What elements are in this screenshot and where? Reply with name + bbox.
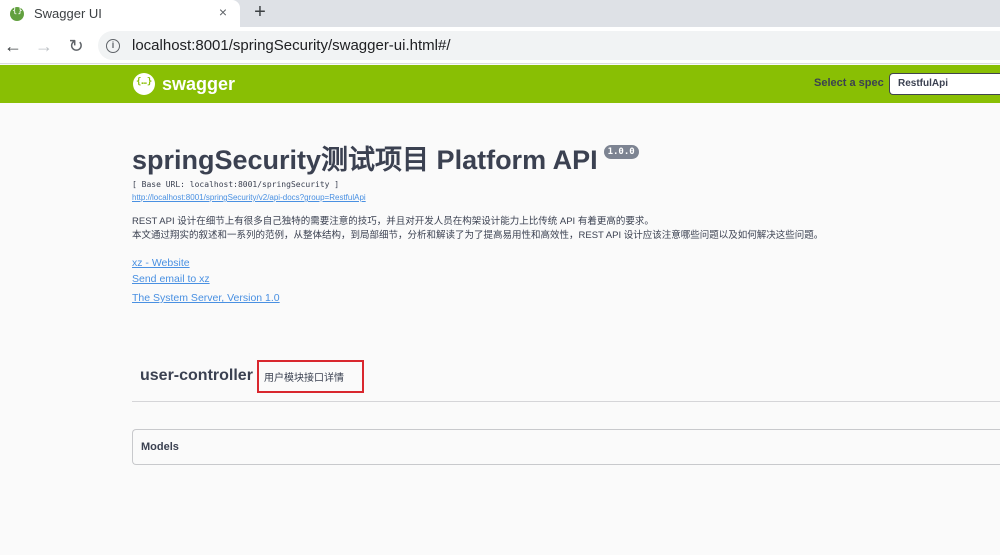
controller-name[interactable]: user-controller <box>140 367 253 385</box>
controller-description: 用户模块接口详情 <box>257 360 364 393</box>
back-arrow-icon[interactable]: ← <box>2 35 24 57</box>
description-line: 本文通过翔实的叙述和一系列的范例，从整体结构，到局部细节，分析和解读了为了提高易… <box>132 230 824 241</box>
spec-label: Select a spec <box>814 77 884 89</box>
browser-tab[interactable]: Swagger UI × <box>0 0 240 27</box>
server-link[interactable]: The System Server, Version 1.0 <box>132 292 1000 304</box>
page-title: springSecurity测试项目 Platform API <box>132 145 598 175</box>
reload-icon[interactable]: ↻ <box>65 35 87 57</box>
info-icon[interactable]: i <box>106 38 120 53</box>
browser-tabstrip: Swagger UI × + <box>0 0 1000 27</box>
close-icon[interactable]: × <box>215 4 231 20</box>
website-link[interactable]: xz - Website <box>132 257 1000 269</box>
description-line: REST API 设计在细节上有很多自己独特的需要注意的技巧，并且对开发人员在构… <box>132 216 654 227</box>
title-row: springSecurity测试项目 Platform API 1.0.0 <box>132 140 1000 180</box>
base-url: [ Base URL: localhost:8001/springSecurit… <box>132 180 340 189</box>
swagger-logo[interactable]: swagger <box>133 73 235 95</box>
controller-section[interactable]: user-controller 用户模块接口详情 <box>132 351 1000 402</box>
address-bar[interactable]: i localhost:8001/springSecurity/swagger-… <box>98 31 1000 60</box>
models-section[interactable]: Models <box>132 429 1000 465</box>
logo-text: swagger <box>162 73 236 94</box>
api-description: REST API 设计在细节上有很多自己独特的需要注意的技巧，并且对开发人员在构… <box>132 215 1000 243</box>
email-link[interactable]: Send email to xz <box>132 273 1000 285</box>
browser-toolbar: ← → ↻ i localhost:8001/springSecurity/sw… <box>0 27 1000 64</box>
models-title[interactable]: Models <box>141 441 179 453</box>
url-text[interactable]: localhost:8001/springSecurity/swagger-ui… <box>132 37 451 54</box>
forward-arrow-icon[interactable]: → <box>33 35 55 57</box>
new-tab-icon[interactable]: + <box>250 0 270 24</box>
api-info: springSecurity测试项目 Platform API 1.0.0 [ … <box>132 140 1000 304</box>
swagger-logo-icon <box>133 73 155 95</box>
api-docs-link[interactable]: http://localhost:8001/springSecurity/v2/… <box>132 193 1000 202</box>
tab-title: Swagger UI <box>34 6 102 21</box>
spec-select[interactable]: RestfulApi <box>889 73 1000 95</box>
swagger-favicon-icon <box>10 6 24 21</box>
swagger-topbar: swagger Select a spec RestfulApi <box>0 65 1000 103</box>
version-badge: 1.0.0 <box>603 145 639 159</box>
